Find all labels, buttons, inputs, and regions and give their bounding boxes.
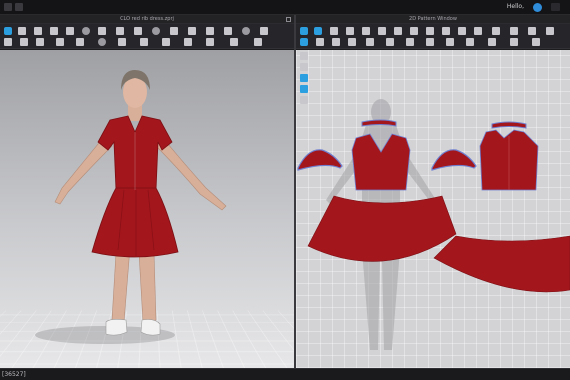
pleat-icon[interactable] [410,27,418,35]
rotate-tool-icon[interactable] [34,27,42,35]
clo3d-app: Hello, CLO red rib dress.zprj 2D Pattern… [0,0,570,380]
pattern-list-icon[interactable] [532,38,540,46]
arrange-tool-icon[interactable] [4,38,12,46]
3d-toolbar [0,24,294,49]
trace-icon[interactable] [510,38,518,46]
app-icon[interactable] [15,3,23,11]
status-bar: [36527] [0,368,570,380]
select-tool-icon[interactable] [4,27,12,35]
fabric-tool-icon[interactable] [56,38,64,46]
sewing-line-icon[interactable] [300,38,308,46]
layer-icon[interactable] [300,96,308,104]
2d-window-header: 2D Pattern Window [296,15,570,24]
measure-tool-icon[interactable] [98,27,106,35]
top-menu-bar: Hello, [0,0,570,15]
settings-icon[interactable] [551,3,560,11]
puckering-icon[interactable] [406,38,414,46]
scale-tool-icon[interactable] [50,27,58,35]
stitch-tool-icon[interactable] [76,38,84,46]
grid-icon[interactable] [546,27,554,35]
dart-icon[interactable] [394,27,402,35]
mesh-tool-icon[interactable] [118,38,126,46]
fit-tool-icon[interactable] [20,38,28,46]
curve-icon[interactable] [332,38,340,46]
notch-icon[interactable] [528,27,536,35]
render-tool-icon[interactable] [260,27,268,35]
symmetry-icon[interactable] [366,38,374,46]
ruler-icon[interactable] [466,38,474,46]
zoom-icon[interactable] [300,74,308,82]
topstitch-icon[interactable] [386,38,394,46]
fold-tool-icon[interactable] [66,27,74,35]
button-hole-icon[interactable] [426,38,434,46]
menu-icon[interactable] [4,3,12,11]
garment-tool-icon[interactable] [170,27,178,35]
elastic-tool-icon[interactable] [162,38,170,46]
slash-icon[interactable] [348,38,356,46]
snapshot-tool-icon[interactable] [206,38,214,46]
trim-tool-icon[interactable] [224,27,232,35]
pattern-pieces [297,99,570,350]
user-greeting: Hello, [506,3,524,10]
steam-tool-icon[interactable] [134,27,142,35]
texture-tool-icon[interactable] [242,27,250,35]
move-tool-icon[interactable] [18,27,26,35]
tape-tool-icon[interactable] [116,27,124,35]
seam-allowance-icon[interactable] [426,27,434,35]
cloud-icon[interactable] [533,3,542,12]
grain-icon[interactable] [510,27,518,35]
hanger-tool-icon[interactable] [98,38,106,46]
expand-icon[interactable] [286,17,291,22]
video-tool-icon[interactable] [230,38,238,46]
tack-icon[interactable] [474,27,482,35]
zipper-tool-icon[interactable] [206,27,214,35]
pin-tool-icon[interactable] [82,27,90,35]
internal-line-icon[interactable] [316,38,324,46]
transform-pattern-icon[interactable] [314,27,322,35]
3d-window-title: CLO red rib dress.zprj [120,16,174,22]
bond-tool-icon[interactable] [140,38,148,46]
2d-pattern-viewport[interactable] [296,50,570,368]
button-tool-icon[interactable] [188,27,196,35]
cursor-icon[interactable] [300,52,308,60]
3d-garment-viewport[interactable] [0,50,294,368]
edit-point-icon[interactable] [330,27,338,35]
avatar-tool-icon[interactable] [152,27,160,35]
annotation-icon[interactable] [488,38,496,46]
status-text: [36527] [2,371,26,378]
polygon-icon[interactable] [362,27,370,35]
export-tool-icon[interactable] [254,38,262,46]
2d-toolbar [296,24,570,49]
shrink-tool-icon[interactable] [184,38,192,46]
simulate-tool-icon[interactable] [36,38,44,46]
ellipse-icon[interactable] [378,27,386,35]
2d-side-toolbar [300,52,310,112]
3d-window-header: CLO red rib dress.zprj [0,15,294,24]
segment-sewing-icon[interactable] [442,27,450,35]
avatar-figure [35,70,227,344]
pattern-select-icon[interactable] [300,27,308,35]
rectangle-icon[interactable] [346,27,354,35]
gather-icon[interactable] [446,38,454,46]
free-sewing-icon[interactable] [458,27,466,35]
view-icon[interactable] [300,85,308,93]
text-tool-icon[interactable] [492,27,500,35]
hand-icon[interactable] [300,63,308,71]
2d-window-title: 2D Pattern Window [409,16,457,22]
